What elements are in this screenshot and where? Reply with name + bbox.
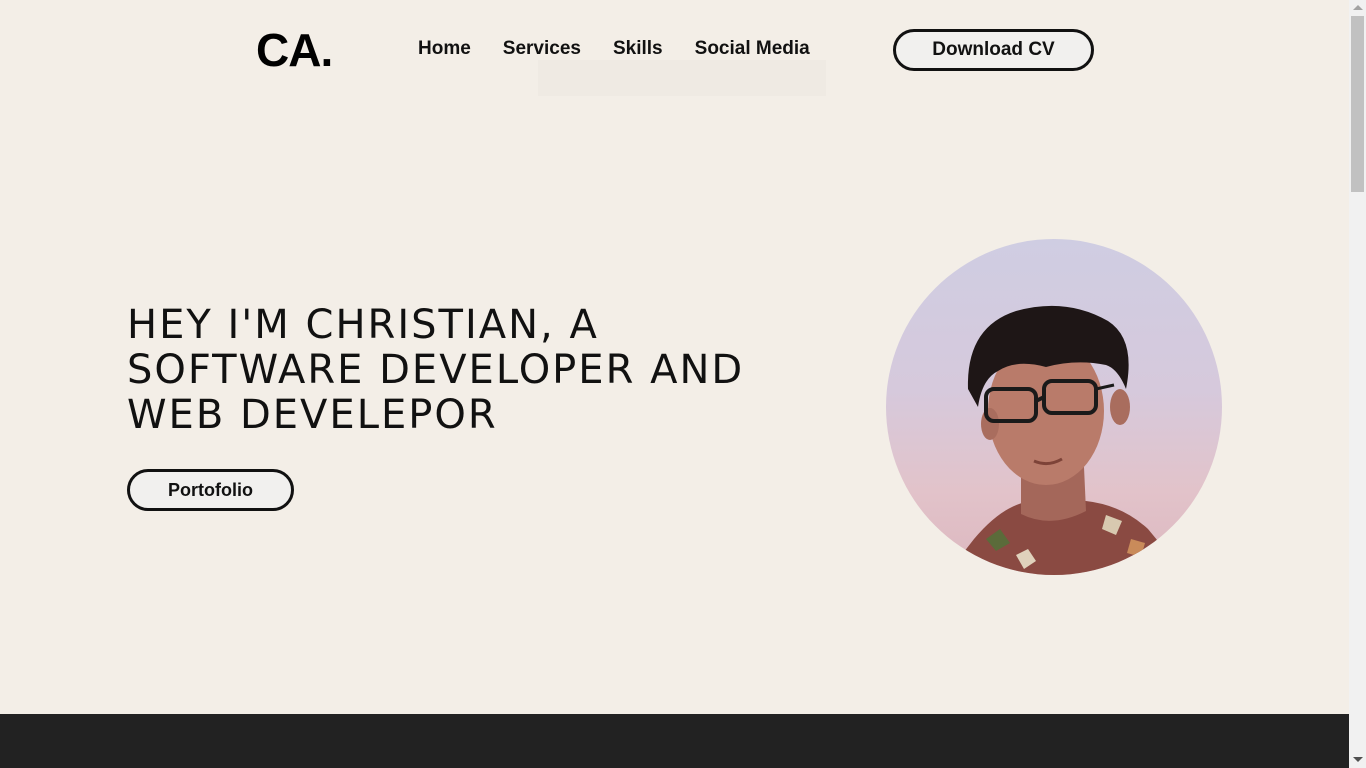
nav-item-services[interactable]: Services xyxy=(503,38,581,60)
hero-title: HEY I'M CHRISTIAN, A SOFTWARE DEVELOPER … xyxy=(127,302,745,438)
profile-photo-illustration xyxy=(946,305,1186,575)
site-logo[interactable]: CA. xyxy=(256,26,333,74)
scroll-down-arrow-icon[interactable] xyxy=(1353,757,1363,762)
scrollbar-thumb[interactable] xyxy=(1351,16,1364,192)
page: CA. Home Services Skills Social Media Do… xyxy=(0,0,1349,768)
main-nav: Home Services Skills Social Media xyxy=(418,38,810,60)
footer-section xyxy=(0,714,1349,768)
nav-dropdown-backdrop xyxy=(538,60,826,96)
download-cv-button[interactable]: Download CV xyxy=(893,29,1094,71)
profile-photo xyxy=(886,239,1222,575)
nav-item-social-media[interactable]: Social Media xyxy=(695,38,810,60)
nav-item-skills[interactable]: Skills xyxy=(613,38,663,60)
portfolio-button[interactable]: Portofolio xyxy=(127,469,294,511)
nav-item-home[interactable]: Home xyxy=(418,38,471,60)
scroll-up-arrow-icon[interactable] xyxy=(1353,5,1363,10)
